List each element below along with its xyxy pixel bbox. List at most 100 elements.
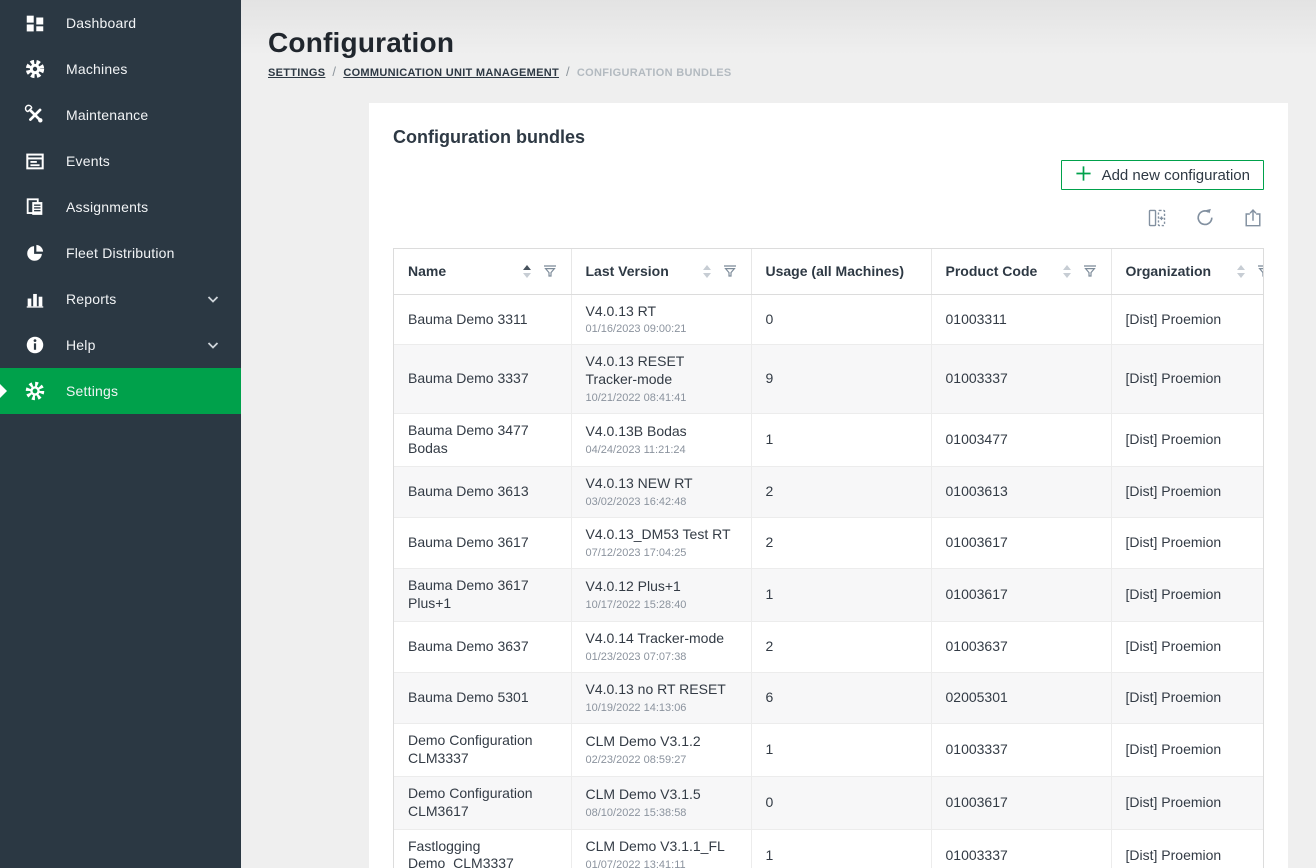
column-label: Product Code: [946, 263, 1038, 279]
cell-last-version: V4.0.13B Bodas04/24/2023 11:21:24: [571, 414, 751, 467]
app-root: DashboardMachines Maintenance Events Assign…: [0, 0, 1316, 868]
breadcrumb-communication-unit-management[interactable]: COMMUNICATION UNIT MANAGEMENT: [343, 67, 559, 79]
column-chooser-button[interactable]: [1146, 207, 1168, 232]
cell-organization: [Dist] Proemion: [1111, 776, 1263, 829]
filter-icon[interactable]: [543, 264, 557, 278]
tools-icon: [24, 104, 46, 126]
add-new-configuration-button[interactable]: Add new configuration: [1061, 160, 1264, 190]
cell-product-code: 01003637: [931, 621, 1111, 672]
cell-organization: [Dist] Proemion: [1111, 414, 1263, 467]
cell-product-code: 01003477: [931, 414, 1111, 467]
table-row[interactable]: Bauma Demo 3337V4.0.13 RESET Tracker-mod…: [394, 345, 1263, 414]
cell-name: Bauma Demo 3617 Plus+1: [394, 569, 571, 622]
cell-product-code: 01003337: [931, 723, 1111, 776]
column-header-last-version[interactable]: Last Version: [571, 249, 751, 294]
table-row[interactable]: Bauma Demo 3637 V4.0.14 Tracker-mode 01/23…: [394, 621, 1263, 672]
cell-last-version: V4.0.13_DM53 Test RT07/12/2023 17:04:25: [571, 518, 751, 569]
sidebar-item-assignments[interactable]: Assignments: [0, 184, 241, 230]
grid-toolbar: [393, 207, 1264, 231]
panel-title: Configuration bundles: [393, 127, 1264, 148]
breadcrumb-separator: /: [332, 64, 336, 79]
version-label: V4.0.14 Tracker-mode: [586, 630, 737, 648]
sidebar-item-reports[interactable]: Reports: [0, 276, 241, 322]
cell-last-version: CLM Demo V3.1.1_FL01/07/2022 13:41:11: [571, 829, 751, 868]
sidebar-item-dashboard[interactable]: Dashboard: [0, 0, 241, 46]
sidebar-item-settings[interactable]: Settings: [0, 368, 241, 414]
breadcrumb-settings[interactable]: SETTINGS: [268, 67, 325, 79]
column-label: Usage (all Machines): [766, 263, 905, 279]
export-icon: [1242, 207, 1264, 232]
table-row[interactable]: Demo Configuration CLM3337CLM Demo V3.1.…: [394, 723, 1263, 776]
page-title: Configuration: [268, 26, 1288, 60]
version-timestamp: 01/07/2022 13:41:11: [586, 858, 737, 868]
cell-product-code: 01003337: [931, 345, 1111, 414]
sort-icon[interactable]: [1229, 265, 1245, 278]
sort-icon[interactable]: [515, 265, 531, 278]
cell-usage: 2: [751, 467, 931, 518]
version-timestamp: 04/24/2023 11:21:24: [586, 443, 737, 457]
cell-name: Demo Configuration CLM3617: [394, 776, 571, 829]
configuration-table: NameLast Version Usage (all Machines) Prod…: [394, 249, 1263, 868]
version-label: V4.0.13 no RT RESET: [586, 681, 737, 699]
sidebar-item-maintenance[interactable]: Maintenance: [0, 92, 241, 138]
cell-usage: 0: [751, 776, 931, 829]
version-label: CLM Demo V3.1.2: [586, 733, 737, 751]
column-header-product-code[interactable]: Product Code: [931, 249, 1111, 294]
sidebar-item-fleet-distribution[interactable]: Fleet Distribution: [0, 230, 241, 276]
filter-icon[interactable]: [723, 264, 737, 278]
table-row[interactable]: Bauma Demo 3311V4.0.13 RT01/16/2023 09:0…: [394, 294, 1263, 345]
version-timestamp: 01/23/2023 07:07:38: [586, 650, 737, 664]
table-row[interactable]: Bauma Demo 3477 BodasV4.0.13B Bodas04/24…: [394, 414, 1263, 467]
documents-icon: [24, 196, 46, 218]
cell-name: Bauma Demo 3337: [394, 345, 571, 414]
settings-gear-icon: [24, 380, 46, 402]
cell-usage: 1: [751, 414, 931, 467]
cell-product-code: 01003337: [931, 829, 1111, 868]
page-header: Configuration SETTINGS / COMMUNICATION UNI…: [241, 0, 1316, 79]
cell-usage: 0: [751, 294, 931, 345]
breadcrumb-separator: /: [566, 64, 570, 79]
table-row[interactable]: Demo Configuration CLM3617CLM Demo V3.1.…: [394, 776, 1263, 829]
sidebar-item-events[interactable]: Events: [0, 138, 241, 184]
version-timestamp: 01/16/2023 09:00:21: [586, 322, 737, 336]
column-header-name[interactable]: Name: [394, 249, 571, 294]
export-button[interactable]: [1242, 207, 1264, 232]
cell-usage: 6: [751, 672, 931, 723]
sidebar-item-label: Maintenance: [66, 107, 148, 123]
calendar-icon: [24, 150, 46, 172]
sidebar-item-help[interactable]: Help: [0, 322, 241, 368]
chevron-down-icon: [205, 337, 221, 353]
cell-organization: [Dist] Proemion: [1111, 829, 1263, 868]
sort-icon[interactable]: [695, 265, 711, 278]
version-timestamp: 02/23/2022 08:59:27: [586, 753, 737, 767]
cell-name: Bauma Demo 5301: [394, 672, 571, 723]
table-row[interactable]: Bauma Demo 3613V4.0.13 NEW RT03/02/2023 …: [394, 467, 1263, 518]
filter-icon[interactable]: [1083, 264, 1097, 278]
sidebar-item-label: Help: [66, 337, 96, 353]
dashboard-icon: [24, 12, 46, 34]
cell-product-code: 02005301: [931, 672, 1111, 723]
sidebar-item-machines[interactable]: Machines: [0, 46, 241, 92]
table-row[interactable]: Bauma Demo 5301V4.0.13 no RT RESET10/19/…: [394, 672, 1263, 723]
column-header-organization[interactable]: Organization: [1111, 249, 1263, 294]
cell-name: Bauma Demo 3637: [394, 621, 571, 672]
cell-usage: 1: [751, 829, 931, 868]
cell-name: Bauma Demo 3311: [394, 294, 571, 345]
cell-organization: [Dist] Proemion: [1111, 345, 1263, 414]
cell-last-version: CLM Demo V3.1.508/10/2022 15:38:58: [571, 776, 751, 829]
add-button-label: Add new configuration: [1102, 167, 1250, 184]
cell-product-code: 01003617: [931, 518, 1111, 569]
column-header-usage-all-machines[interactable]: Usage (all Machines): [751, 249, 931, 294]
filter-icon[interactable]: [1257, 264, 1263, 278]
chevron-down-icon: [205, 291, 221, 307]
table-row[interactable]: Bauma Demo 3617 Plus+1V4.0.12 Plus+110/1…: [394, 569, 1263, 622]
cell-organization: [Dist] Proemion: [1111, 672, 1263, 723]
cell-organization: [Dist] Proemion: [1111, 294, 1263, 345]
cell-organization: [Dist] Proemion: [1111, 569, 1263, 622]
bar-chart-icon: [24, 288, 46, 310]
table-row[interactable]: Bauma Demo 3617V4.0.13_DM53 Test RT07/12…: [394, 518, 1263, 569]
refresh-button[interactable]: [1194, 207, 1216, 232]
sort-icon[interactable]: [1055, 265, 1071, 278]
sidebar-item-label: Events: [66, 153, 110, 169]
table-row[interactable]: Fastlogging Demo_CLM3337CLM Demo V3.1.1_…: [394, 829, 1263, 868]
